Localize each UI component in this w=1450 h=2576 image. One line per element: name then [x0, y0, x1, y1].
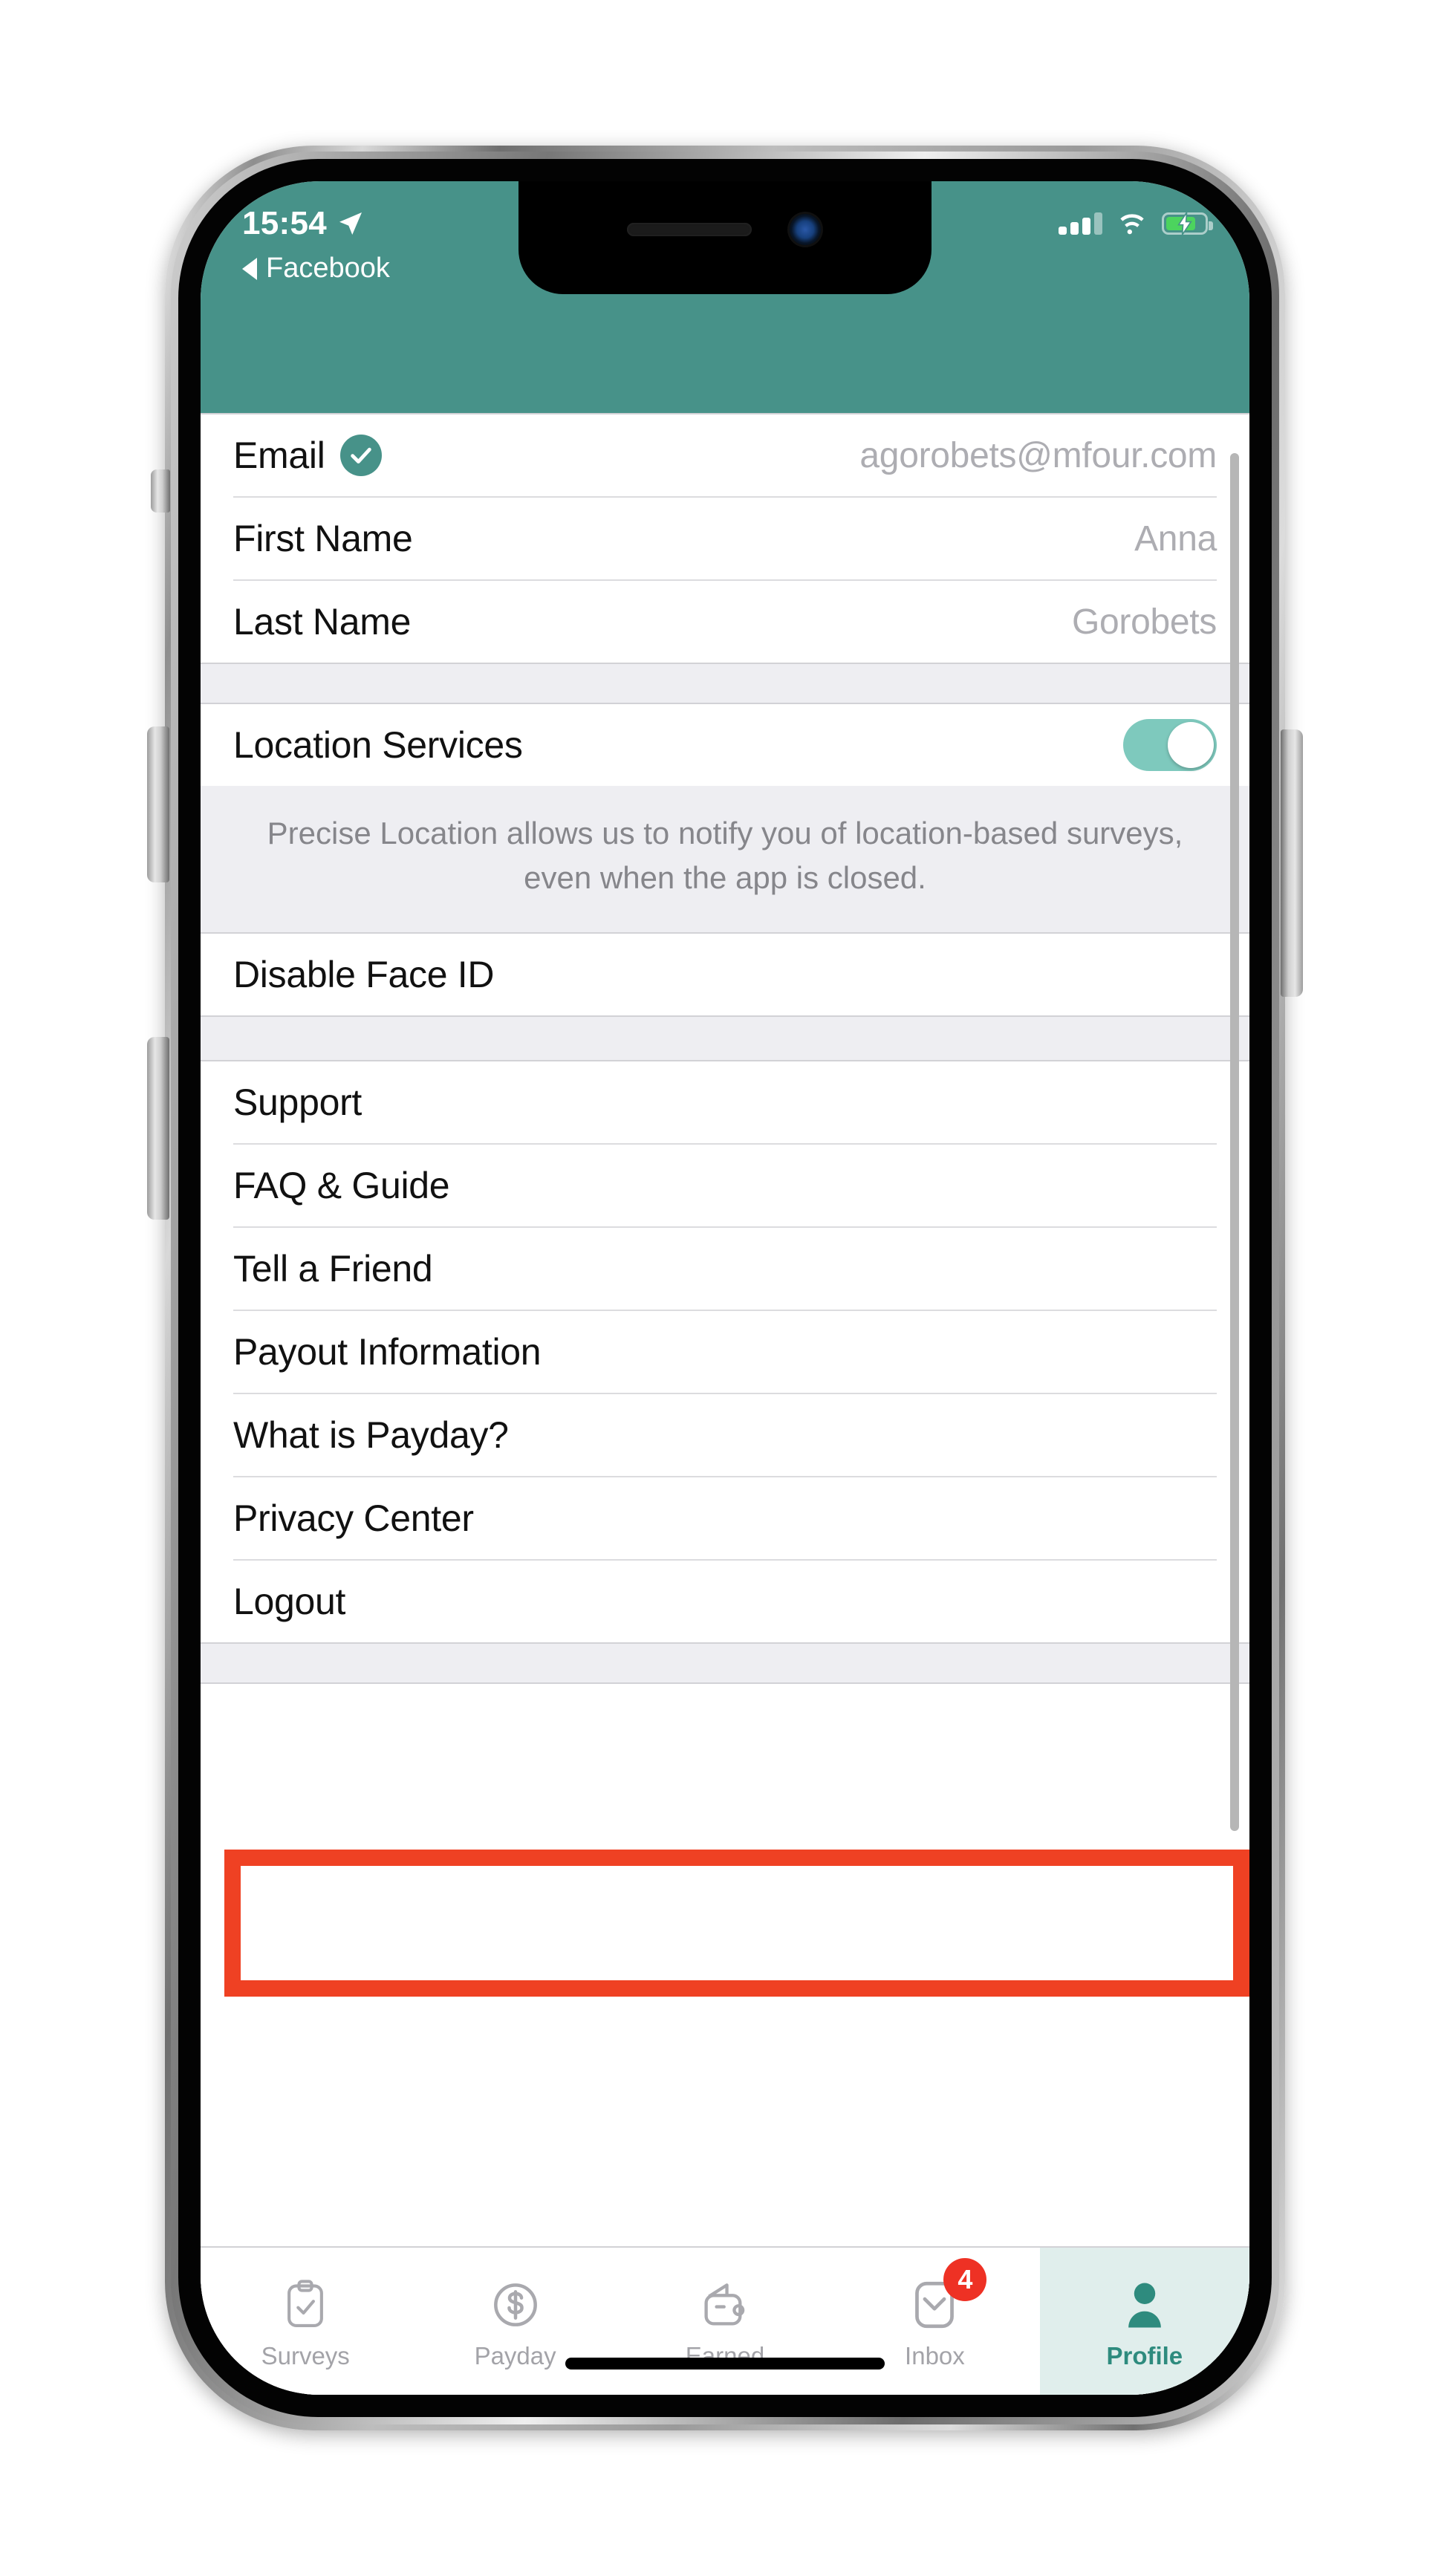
status-bar-time: 15:54 — [242, 205, 328, 241]
row-label: Tell a Friend — [233, 1248, 433, 1290]
vertical-scrollbar[interactable] — [1230, 453, 1239, 1831]
wallet-icon — [698, 2278, 752, 2332]
dollar-circle-icon — [489, 2278, 542, 2332]
row-what-is-payday[interactable]: What is Payday? — [201, 1394, 1249, 1477]
last-name-value: Gorobets — [1071, 602, 1217, 642]
status-bar: 15:54 — [201, 201, 1249, 247]
back-link-label: Facebook — [266, 253, 390, 284]
volume-up-button[interactable] — [147, 726, 169, 882]
row-first-name[interactable]: First Name Anna — [201, 498, 1249, 579]
tab-earned[interactable]: Earned — [620, 2248, 830, 2395]
row-payout-information[interactable]: Payout Information — [201, 1311, 1249, 1393]
tab-payday[interactable]: Payday — [410, 2248, 620, 2395]
settings-list: Email agorobets@mfour.com First Name Ann… — [201, 413, 1249, 2395]
wifi-icon — [1120, 214, 1144, 235]
row-label: Location Services — [233, 724, 523, 766]
row-label: Payout Information — [233, 1331, 542, 1373]
row-location-services[interactable]: Location Services — [201, 704, 1249, 786]
section-spacer — [201, 1015, 1249, 1062]
row-label: FAQ & Guide — [233, 1165, 450, 1207]
row-faq-guide[interactable]: FAQ & Guide — [201, 1145, 1249, 1227]
tab-label: Payday — [474, 2342, 556, 2370]
charging-bolt-icon — [1177, 212, 1192, 235]
phone-screen: 15:54 Facebook Email agorobets@mfour.com… — [201, 181, 1249, 2395]
inbox-unread-badge: 4 — [943, 2258, 987, 2301]
check-circle-icon — [339, 435, 382, 476]
row-label: First Name — [233, 518, 413, 559]
row-label: Email — [233, 435, 325, 476]
tab-inbox[interactable]: 4 Inbox — [830, 2248, 1039, 2395]
row-support[interactable]: Support — [201, 1061, 1249, 1144]
row-label: What is Payday? — [233, 1414, 509, 1457]
email-label-group: Email — [233, 434, 382, 477]
back-to-facebook-link[interactable]: Facebook — [242, 253, 390, 284]
row-label: Last Name — [233, 601, 412, 643]
bottom-tab-bar: Surveys Payday Earned 4 Inbox Profile — [201, 2246, 1249, 2395]
row-last-name[interactable]: Last Name Gorobets — [201, 581, 1249, 663]
battery-charging-icon — [1162, 212, 1213, 235]
row-privacy-center[interactable]: Privacy Center — [201, 1477, 1249, 1560]
silent-switch-button[interactable] — [151, 469, 170, 513]
row-email[interactable]: Email agorobets@mfour.com — [201, 414, 1249, 496]
tab-surveys[interactable]: Surveys — [201, 2248, 410, 2395]
tab-label: Inbox — [905, 2342, 965, 2370]
back-triangle-icon — [242, 257, 257, 280]
volume-down-button[interactable] — [147, 1037, 169, 1220]
section-spacer — [201, 663, 1249, 704]
status-bar-left: 15:54 — [242, 205, 364, 242]
location-arrow-icon — [339, 212, 362, 235]
screenshot-canvas: 15:54 Facebook Email agorobets@mfour.com… — [0, 0, 1450, 2576]
clipboard-check-icon — [279, 2278, 332, 2332]
first-name-value: Anna — [1134, 518, 1217, 559]
tab-profile[interactable]: Profile — [1039, 2248, 1249, 2395]
row-label: Support — [233, 1082, 362, 1124]
cellular-signal-icon — [1059, 212, 1102, 235]
email-value: agorobets@mfour.com — [859, 435, 1217, 475]
status-bar-right — [1059, 212, 1213, 235]
tab-label: Surveys — [261, 2342, 350, 2370]
row-logout[interactable]: Logout — [201, 1561, 1249, 1643]
location-description: Precise Location allows us to notify you… — [201, 786, 1249, 934]
row-label: Disable Face ID — [233, 954, 495, 996]
row-disable-face-id[interactable]: Disable Face ID — [201, 934, 1249, 1016]
row-label: Privacy Center — [233, 1497, 474, 1540]
tab-label: Profile — [1106, 2342, 1183, 2370]
row-label: Logout — [233, 1581, 346, 1623]
person-icon — [1118, 2278, 1171, 2332]
toggle-knob — [1168, 722, 1214, 768]
location-services-toggle[interactable] — [1123, 719, 1217, 771]
section-spacer — [201, 1642, 1249, 1685]
row-tell-a-friend[interactable]: Tell a Friend — [201, 1228, 1249, 1310]
power-button[interactable] — [1281, 729, 1303, 997]
home-indicator[interactable] — [565, 2358, 885, 2370]
